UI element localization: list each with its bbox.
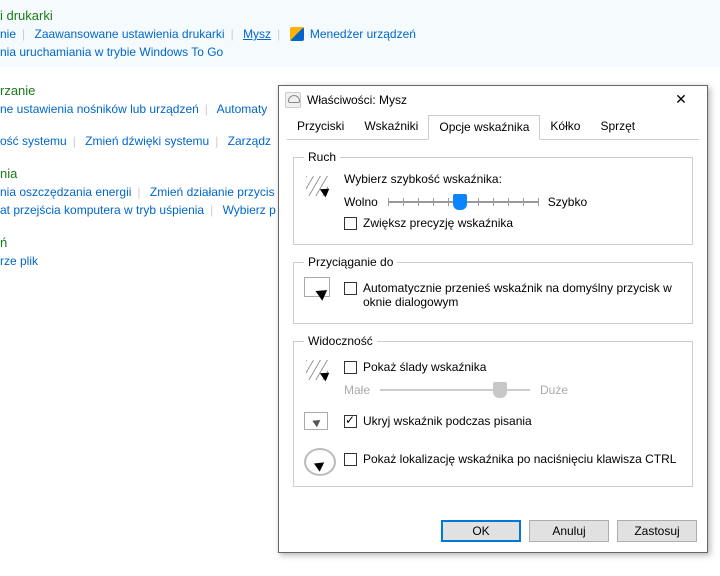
pointer-trails-label: Pokaż ślady wskaźnika (363, 360, 486, 374)
group-snap-to: Przyciąganie do Automatycznie przenieś w… (293, 255, 693, 324)
link-device-manager[interactable]: Menedżer urządzeń (310, 27, 416, 41)
link-advanced-printer-settings[interactable]: Zaawansowane ustawienia drukarki (34, 27, 224, 41)
trails-large-label: Duże (540, 383, 568, 397)
link-power-saving[interactable]: nia oszczędzania energii (0, 185, 131, 199)
trails-small-label: Małe (344, 383, 370, 397)
link-system-volume[interactable]: ość systemu (0, 134, 67, 148)
link-sleep-scheme[interactable]: at przejścia komputera w tryb uśpienia (0, 203, 204, 217)
snap-to-checkbox[interactable]: Automatycznie przenieś wskaźnik na domyś… (344, 281, 682, 309)
link-windows-to-go[interactable]: nia uruchamiania w trybie Windows To Go (0, 45, 223, 59)
hide-pointer-label: Ukryj wskaźnik podczas pisania (363, 414, 532, 428)
link-media-devices-settings[interactable]: ne ustawienia nośników lub urządzeń (0, 102, 199, 116)
group-motion: Ruch Wybierz szybkość wskaźnika: Wolno S… (293, 150, 693, 245)
pointer-speed-slider[interactable] (388, 192, 538, 212)
titlebar[interactable]: Właściwości: Mysz ✕ (279, 86, 707, 114)
link-fragment[interactable]: Zarządz (228, 134, 271, 148)
tabstrip: Przyciski Wskaźniki Opcje wskaźnika Kółk… (287, 114, 699, 140)
hide-pointer-icon (304, 410, 336, 442)
enhance-precision-label: Zwiększ precyzję wskaźnika (363, 216, 513, 230)
enhance-precision-checkbox[interactable]: Zwiększ precyzję wskaźnika (344, 216, 682, 230)
shield-icon (290, 27, 304, 41)
pointer-trails-slider (380, 380, 530, 400)
mouse-properties-dialog: Właściwości: Mysz ✕ Przyciski Wskaźniki … (278, 85, 708, 553)
pointer-trails-checkbox[interactable]: Pokaż ślady wskaźnika (344, 360, 682, 374)
pointer-trails-icon (304, 356, 336, 388)
hide-pointer-checkbox[interactable]: Ukryj wskaźnik podczas pisania (344, 414, 682, 428)
group-visibility: Widoczność Pokaż ślady wskaźnika Małe (293, 334, 693, 487)
slow-label: Wolno (344, 195, 378, 209)
link-mouse[interactable]: Mysz (243, 27, 271, 41)
group-snap-legend: Przyciąganie do (304, 255, 397, 269)
pointer-speed-icon (304, 172, 336, 204)
snap-to-icon (304, 277, 336, 309)
tab-buttons[interactable]: Przyciski (287, 115, 354, 140)
cancel-button[interactable]: Anuluj (529, 520, 609, 542)
snap-to-label: Automatycznie przenieś wskaźnik na domyś… (363, 281, 682, 309)
tab-pointer-options[interactable]: Opcje wskaźnika (428, 115, 540, 140)
apply-button[interactable]: Zastosuj (617, 520, 697, 542)
fast-label: Szybko (548, 195, 587, 209)
group-visibility-legend: Widoczność (304, 334, 377, 348)
close-icon[interactable]: ✕ (661, 89, 701, 111)
show-location-label: Pokaż lokalizację wskaźnika po naciśnięc… (363, 452, 676, 466)
link-fragment[interactable]: nie (0, 27, 16, 41)
category-devices-printers: i drukarki (0, 6, 720, 25)
tab-pointers[interactable]: Wskaźniki (354, 115, 428, 140)
link-fragment[interactable]: Wybierz p (223, 203, 276, 217)
link-change-system-sounds[interactable]: Zmień dźwięki systemu (85, 134, 209, 148)
tab-wheel[interactable]: Kółko (540, 115, 590, 140)
tab-hardware[interactable]: Sprzęt (590, 115, 645, 140)
link-fragment[interactable]: Automaty (217, 102, 268, 116)
dialog-title: Właściwości: Mysz (307, 93, 661, 107)
link-change-button-action[interactable]: Zmień działanie przycis (150, 185, 275, 199)
show-location-icon (304, 448, 336, 476)
show-location-checkbox[interactable]: Pokaż lokalizację wskaźnika po naciśnięc… (344, 452, 682, 466)
mouse-icon (285, 92, 301, 108)
link-fragment[interactable]: rze plik (0, 254, 38, 268)
group-motion-legend: Ruch (304, 150, 340, 164)
ok-button[interactable]: OK (441, 520, 521, 542)
pointer-speed-label: Wybierz szybkość wskaźnika: (344, 172, 682, 186)
